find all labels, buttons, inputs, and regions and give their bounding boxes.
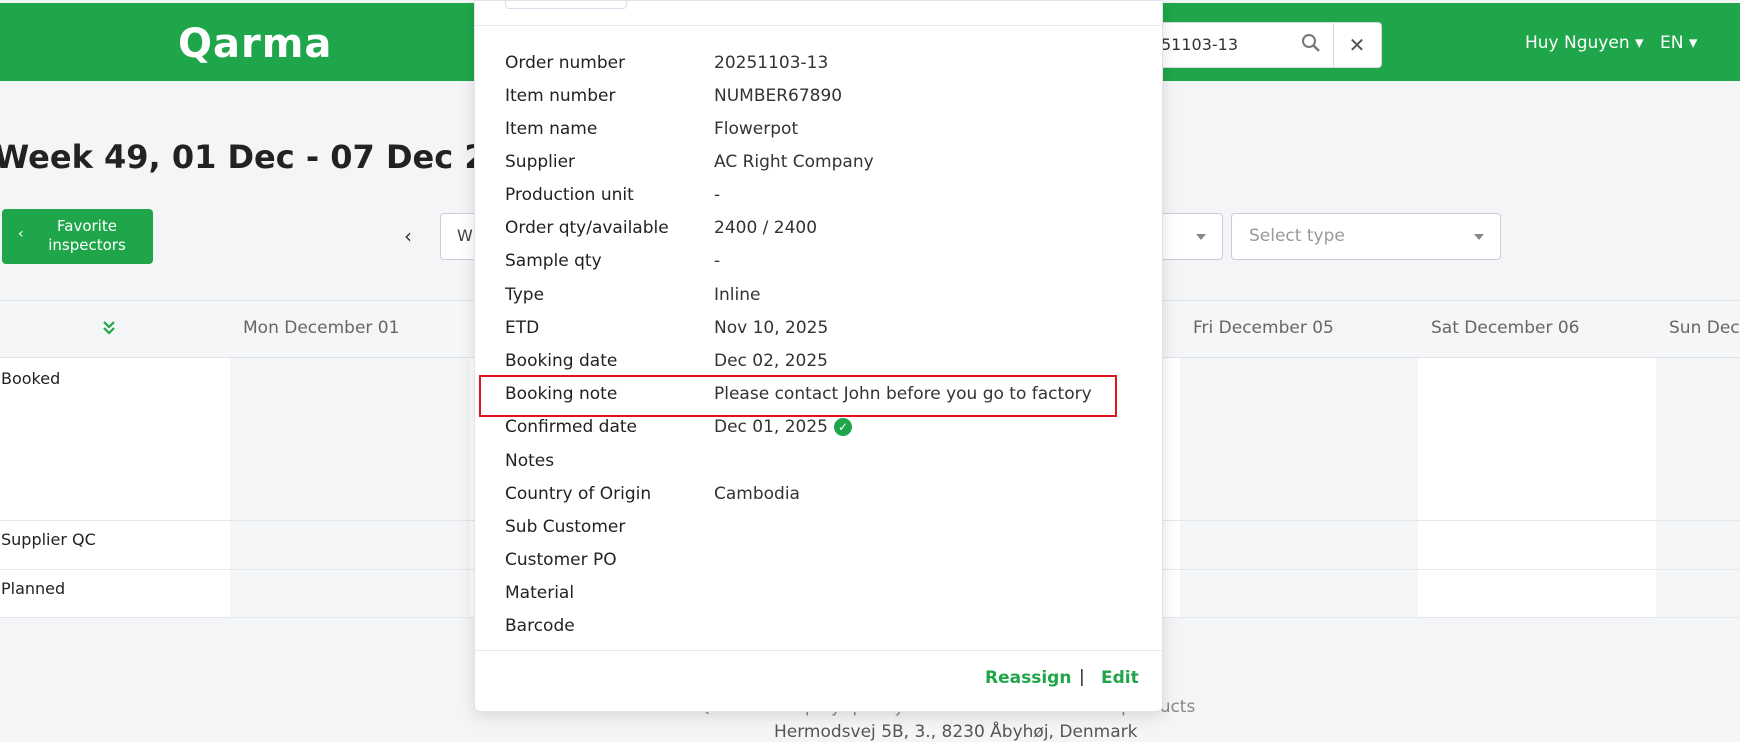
detail-row-type: Type Inline xyxy=(505,281,1145,311)
detail-value: 20251103-13 xyxy=(714,53,829,73)
detail-label: Booking date xyxy=(505,351,618,371)
day-cell-sun[interactable] xyxy=(1656,358,1740,618)
detail-value: Flowerpot xyxy=(714,119,799,139)
detail-row-supplier: Supplier AC Right Company xyxy=(505,148,1145,178)
detail-label: Item name xyxy=(505,119,598,139)
detail-value-confirmed: Dec 01, 2025 ✓ xyxy=(714,417,853,437)
detail-label: Sub Customer xyxy=(505,517,626,537)
detail-row-production-unit: Production unit - xyxy=(505,181,1145,211)
link-separator: | xyxy=(1079,667,1085,687)
check-circle-icon: ✓ xyxy=(834,418,853,436)
clear-search-icon[interactable]: ✕ xyxy=(1333,23,1380,67)
detail-label: Production unit xyxy=(505,185,634,205)
confirmed-date-text: Dec 01, 2025 xyxy=(714,417,829,437)
detail-value: - xyxy=(714,185,721,205)
detail-row-sample-qty: Sample qty - xyxy=(505,247,1145,277)
detail-row-notes: Notes xyxy=(505,447,1145,477)
detail-label: Country of Origin xyxy=(505,484,652,504)
day-header-label: Mon December 01 xyxy=(243,318,400,338)
detail-row-customer-po: Customer PO xyxy=(505,546,1145,576)
day-header-label: Sat December 06 xyxy=(1431,318,1580,338)
popover-footer-divider xyxy=(475,650,1162,651)
detail-row-country-of-origin: Country of Origin Cambodia xyxy=(505,480,1145,510)
detail-value: Cambodia xyxy=(714,484,800,504)
detail-label: Material xyxy=(505,583,575,603)
detail-value: Dec 02, 2025 xyxy=(714,351,829,371)
row-label-booked: Booked xyxy=(1,369,61,388)
booking-note-highlight xyxy=(479,375,1117,417)
footer-address: Hermodsvej 5B, 3., 8230 Åbyhøj, Denmark xyxy=(774,722,1138,742)
row-label-supplier-qc: Supplier QC xyxy=(1,530,96,549)
edit-link[interactable]: Edit xyxy=(1101,668,1139,688)
popover-tab[interactable] xyxy=(505,1,627,9)
favorite-inspectors-label: Favorite inspectors xyxy=(48,217,126,254)
day-header-mon: Mon December 01 xyxy=(230,301,470,357)
detail-row-etd: ETD Nov 10, 2025 xyxy=(505,314,1145,344)
detail-value: AC Right Company xyxy=(714,152,874,172)
row-label-planned: Planned xyxy=(1,579,66,598)
favorite-inspectors-button[interactable]: ‹ Favorite inspectors xyxy=(2,209,153,264)
chevron-down-icon: ▾ xyxy=(1688,33,1698,53)
caret-down-icon xyxy=(1196,234,1206,240)
previous-week-icon[interactable]: ‹ xyxy=(404,224,412,248)
language-label[interactable]: EN xyxy=(1660,33,1683,53)
detail-label: ETD xyxy=(505,318,540,338)
search-input-value[interactable]: 51103-13 xyxy=(1161,35,1238,54)
chevron-left-icon: ‹ xyxy=(18,226,24,242)
order-details-popover: Order number 20251103-13 Item number NUM… xyxy=(474,0,1163,712)
detail-row-confirmed-date: Confirmed date Dec 01, 2025 ✓ xyxy=(505,413,1145,443)
detail-label: Confirmed date xyxy=(505,417,637,437)
search-icon[interactable] xyxy=(1301,33,1325,57)
page-title: Week 49, 01 Dec - 07 Dec 2025 xyxy=(0,138,554,176)
detail-value: Inline xyxy=(714,285,761,305)
detail-row-booking-date: Booking date Dec 02, 2025 xyxy=(505,347,1145,377)
day-cell-fri[interactable] xyxy=(1180,358,1418,618)
detail-label: Barcode xyxy=(505,616,575,636)
detail-value: - xyxy=(714,251,721,271)
detail-row-item-number: Item number NUMBER67890 xyxy=(505,82,1145,112)
day-header-sun: Sun Dece xyxy=(1656,301,1740,357)
detail-label: Notes xyxy=(505,451,555,471)
caret-down-icon xyxy=(1474,234,1484,240)
detail-label: Sample qty xyxy=(505,251,602,271)
week-select-value: W xyxy=(457,226,473,245)
detail-label: Customer PO xyxy=(505,550,617,570)
detail-row-order-number: Order number 20251103-13 xyxy=(505,49,1145,79)
user-name[interactable]: Huy Nguyen xyxy=(1525,33,1630,53)
detail-row-order-qty: Order qty/available 2400 / 2400 xyxy=(505,214,1145,244)
detail-label: Supplier xyxy=(505,152,576,172)
detail-row-sub-customer: Sub Customer xyxy=(505,513,1145,543)
language-menu[interactable]: EN ▾ xyxy=(1660,33,1697,53)
type-select-placeholder: Select type xyxy=(1249,226,1345,246)
detail-label: Order number xyxy=(505,53,626,73)
type-select[interactable]: Select type xyxy=(1231,213,1501,260)
user-menu[interactable]: Huy Nguyen ▾ xyxy=(1525,33,1644,53)
chevron-down-icon: ▾ xyxy=(1635,33,1644,53)
day-header-label: Sun Dece xyxy=(1669,318,1740,338)
detail-value: Nov 10, 2025 xyxy=(714,318,829,338)
day-header-sat: Sat December 06 xyxy=(1418,301,1656,357)
detail-row-item-name: Item name Flowerpot xyxy=(505,115,1145,145)
detail-value: NUMBER67890 xyxy=(714,86,843,106)
detail-row-material: Material xyxy=(505,579,1145,609)
reassign-link[interactable]: Reassign xyxy=(985,668,1071,688)
popover-divider xyxy=(475,25,1162,26)
search-input[interactable]: 51103-13 ✕ xyxy=(1150,22,1382,68)
detail-value: 2400 / 2400 xyxy=(714,218,818,238)
day-cell-mon[interactable] xyxy=(230,358,470,618)
detail-label: Item number xyxy=(505,86,616,106)
day-header-fri: Fri December 05 xyxy=(1180,301,1418,357)
day-header-label: Fri December 05 xyxy=(1193,318,1334,338)
expand-all-icon[interactable] xyxy=(102,320,116,341)
detail-label: Order qty/available xyxy=(505,218,669,238)
detail-row-barcode: Barcode xyxy=(505,612,1145,642)
qarma-logo[interactable]: Qarma xyxy=(178,21,332,67)
detail-label: Type xyxy=(505,285,545,305)
